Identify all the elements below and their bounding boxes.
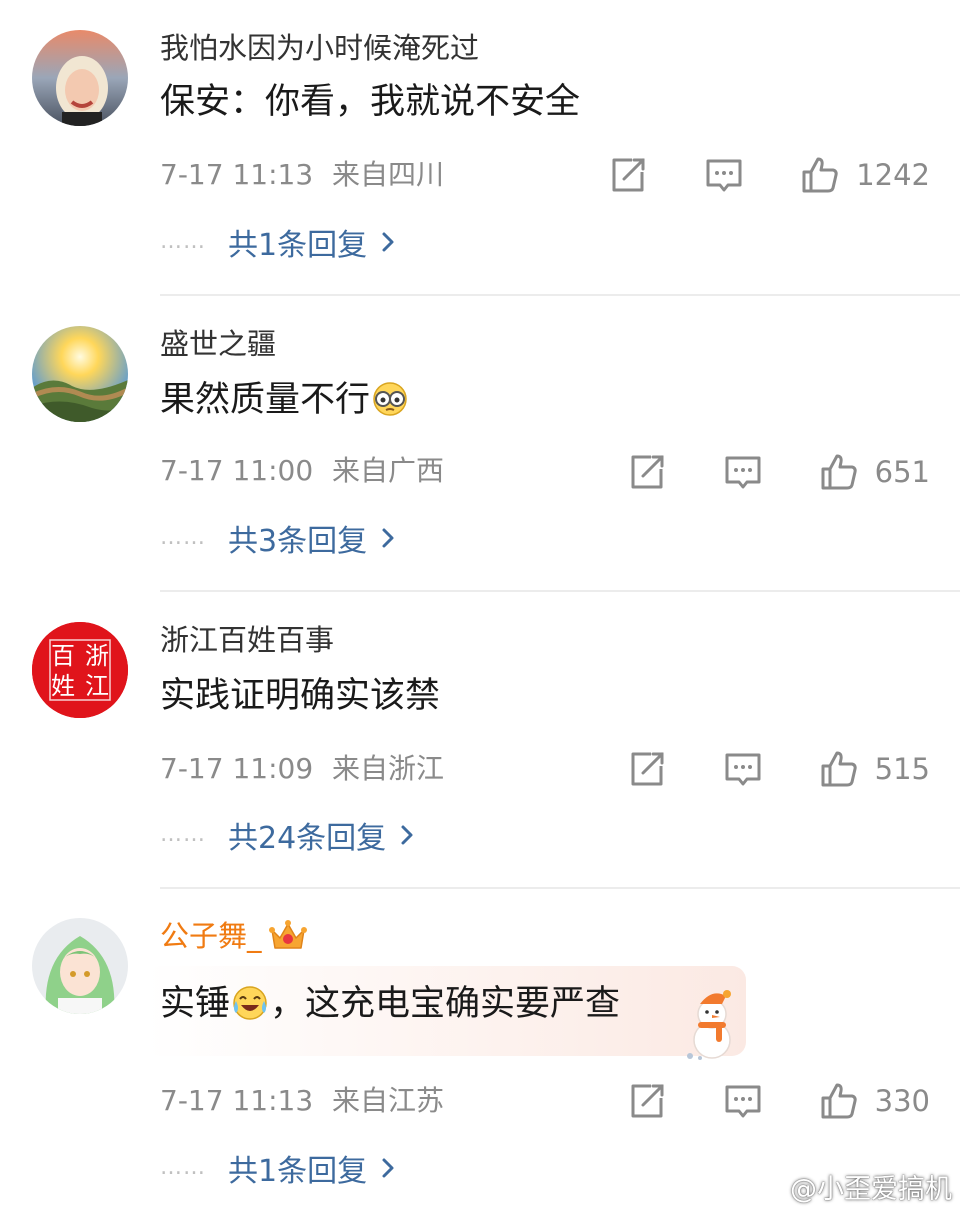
comment-text: 实践证明确实该禁 bbox=[160, 676, 441, 716]
comment-actions: 330 bbox=[571, 1081, 930, 1121]
comment-meta: 7-17 11:09 来自浙江 bbox=[160, 752, 454, 786]
avatar[interactable]: 百 浙 姓 江 bbox=[32, 622, 128, 718]
watermark: @小歪爱搞机 bbox=[752, 1167, 952, 1206]
dots: …… bbox=[160, 525, 206, 550]
comment-icon[interactable] bbox=[704, 155, 744, 195]
like-button[interactable]: 1242 bbox=[800, 155, 930, 195]
like-button[interactable]: 651 bbox=[819, 452, 930, 492]
comment-meta: 7-17 11:00 来自广西 bbox=[160, 454, 454, 488]
username[interactable]: 我怕水因为小时候淹死过 bbox=[160, 30, 479, 66]
thumbs-up-icon[interactable] bbox=[819, 1081, 859, 1121]
comment-date: 7-17 11:09 bbox=[160, 752, 314, 785]
avatar-char: 百 bbox=[51, 642, 75, 670]
replies-row[interactable]: …… 共24条回复 bbox=[160, 813, 414, 857]
divider bbox=[160, 590, 960, 592]
username[interactable]: 盛世之疆 bbox=[160, 326, 276, 362]
like-button[interactable]: 515 bbox=[819, 749, 930, 789]
comment-icon[interactable] bbox=[723, 1081, 763, 1121]
comment-location: 来自广西 bbox=[332, 454, 445, 487]
avatar[interactable] bbox=[32, 30, 128, 126]
replies-row[interactable]: …… 共1条回复 bbox=[160, 1146, 395, 1190]
comment-actions: 651 bbox=[571, 452, 930, 492]
comment-text-part: ，这充电宝确实要严查 bbox=[270, 984, 621, 1024]
thumbs-up-icon[interactable] bbox=[800, 155, 840, 195]
comment-location: 来自四川 bbox=[332, 158, 445, 191]
comment-actions: 1242 bbox=[552, 155, 930, 195]
replies-row[interactable]: …… 共3条回复 bbox=[160, 516, 395, 560]
comment-text-content: 果然质量不行 bbox=[160, 380, 371, 420]
watermark-text: @小歪爱搞机 bbox=[790, 1174, 952, 1205]
comment-actions: 515 bbox=[571, 749, 930, 789]
dots: …… bbox=[160, 822, 206, 847]
chevron-right-icon[interactable] bbox=[381, 1157, 395, 1179]
divider bbox=[160, 887, 960, 889]
like-count: 330 bbox=[874, 1084, 930, 1118]
comment-location: 来自浙江 bbox=[332, 752, 445, 785]
snowman-decoration-icon bbox=[687, 990, 731, 1060]
avatar[interactable] bbox=[32, 918, 128, 1014]
comment-icon[interactable] bbox=[723, 452, 763, 492]
comment-text: 实锤 ，这充电宝确实要严查 bbox=[160, 982, 620, 1026]
chevron-right-icon[interactable] bbox=[381, 231, 395, 253]
dizzy-face-emoji-icon bbox=[373, 382, 407, 416]
avatar-char: 浙 bbox=[85, 642, 109, 670]
weibo-logo-icon bbox=[752, 1175, 785, 1200]
comment-meta: 7-17 11:13 来自四川 bbox=[160, 158, 454, 192]
like-count: 1242 bbox=[856, 158, 930, 192]
username[interactable]: 浙江百姓百事 bbox=[160, 622, 334, 658]
view-replies-link[interactable]: 共1条回复 bbox=[228, 1146, 367, 1190]
dots: …… bbox=[160, 1155, 206, 1180]
username[interactable]: 公子舞_ bbox=[160, 918, 308, 954]
comment-date: 7-17 11:13 bbox=[160, 158, 314, 191]
comment-text: 果然质量不行 bbox=[160, 378, 410, 422]
view-replies-link[interactable]: 共1条回复 bbox=[228, 220, 367, 264]
dots: …… bbox=[160, 229, 206, 254]
replies-row[interactable]: …… 共1条回复 bbox=[160, 220, 395, 264]
comment-meta: 7-17 11:13 来自江苏 bbox=[160, 1084, 454, 1118]
like-button[interactable]: 330 bbox=[819, 1081, 930, 1121]
divider bbox=[160, 294, 960, 296]
like-count: 651 bbox=[874, 455, 930, 489]
laughing-crying-emoji-icon bbox=[233, 986, 267, 1020]
view-replies-link[interactable]: 共24条回复 bbox=[228, 813, 386, 857]
avatar[interactable] bbox=[32, 326, 128, 422]
chevron-right-icon[interactable] bbox=[381, 527, 395, 549]
chevron-right-icon[interactable] bbox=[400, 824, 414, 846]
comment-date: 7-17 11:13 bbox=[160, 1084, 314, 1117]
share-icon[interactable] bbox=[627, 749, 667, 789]
username-text[interactable]: 公子舞_ bbox=[160, 919, 262, 953]
comment-text-part: 实锤 bbox=[160, 984, 231, 1024]
comment-location: 来自江苏 bbox=[332, 1084, 445, 1117]
thumbs-up-icon[interactable] bbox=[819, 452, 859, 492]
comment-icon[interactable] bbox=[723, 749, 763, 789]
thumbs-up-icon[interactable] bbox=[819, 749, 859, 789]
view-replies-link[interactable]: 共3条回复 bbox=[228, 516, 367, 560]
comment-date: 7-17 11:00 bbox=[160, 454, 314, 487]
share-icon[interactable] bbox=[627, 452, 667, 492]
comment-text: 保安：你看，我就说不安全 bbox=[160, 82, 581, 122]
avatar-char: 姓 bbox=[51, 672, 75, 700]
share-icon[interactable] bbox=[608, 155, 648, 195]
like-count: 515 bbox=[874, 752, 930, 786]
share-icon[interactable] bbox=[627, 1081, 667, 1121]
avatar-char: 江 bbox=[85, 672, 109, 700]
crown-badge-icon bbox=[268, 920, 307, 949]
